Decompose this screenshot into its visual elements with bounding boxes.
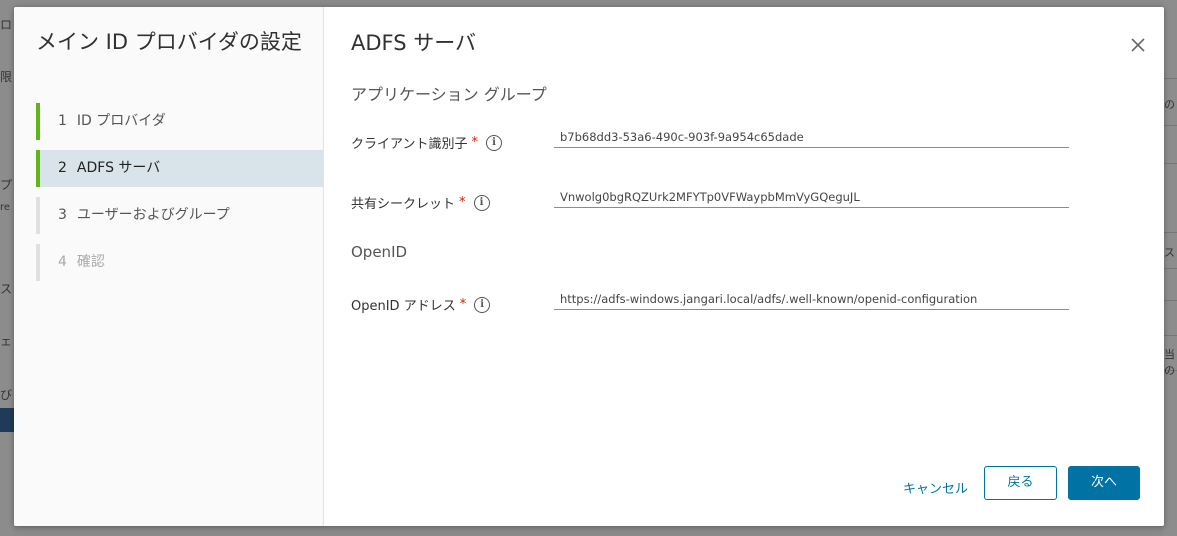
next-button[interactable]: 次へ	[1068, 466, 1140, 500]
shared-secret-input[interactable]	[554, 186, 1069, 208]
wizard-step-users-groups[interactable]: 3 ユーザーおよびグループ	[36, 197, 323, 234]
wizard-title: メイン ID プロバイダの設定	[36, 30, 302, 54]
background-text: 当の	[1164, 348, 1175, 377]
wizard-modal: メイン ID プロバイダの設定 1 ID プロバイダ 2 ADFS サーバ 3 ユーザ…	[14, 7, 1164, 526]
step-label: ADFS サーバ	[76, 160, 161, 176]
required-mark: *	[459, 195, 466, 210]
wizard-step-adfs-server[interactable]: 2 ADFS サーバ	[36, 150, 323, 187]
background-text: プ	[0, 178, 13, 192]
background-divider	[1163, 125, 1177, 126]
step-label: 確認	[76, 254, 105, 270]
info-icon[interactable]: i	[473, 194, 490, 211]
background-text: ス	[1164, 246, 1175, 259]
background-divider	[1163, 335, 1177, 336]
shared-secret-label: 共有シークレット * i	[351, 193, 490, 212]
wizard-step-id-provider[interactable]: 1 ID プロバイダ	[36, 103, 323, 140]
background-text: ス	[0, 282, 13, 296]
client-id-label: クライアント識別子 * i	[351, 133, 502, 152]
wizard-sidebar: メイン ID プロバイダの設定 1 ID プロバイダ 2 ADFS サーバ 3 ユーザ…	[14, 7, 324, 526]
close-button[interactable]	[1128, 35, 1148, 55]
back-button[interactable]: 戻る	[984, 466, 1057, 500]
required-mark: *	[471, 135, 478, 150]
required-mark: *	[459, 297, 467, 312]
background-text: 限	[0, 70, 13, 84]
step-number: 4	[58, 254, 67, 270]
background-divider	[1163, 78, 1177, 79]
background-text: ロ	[0, 18, 13, 32]
openid-address-label: OpenID アドレス * i	[351, 295, 491, 314]
background-text: び	[0, 388, 13, 402]
shared-secret-label-text: 共有シークレット	[351, 197, 456, 212]
step-label: ユーザーおよびグループ	[76, 207, 230, 223]
cancel-button[interactable]: キャンセル	[901, 473, 970, 507]
openid-address-label-text: OpenID アドレス	[351, 299, 456, 314]
close-icon	[1131, 38, 1145, 52]
section-heading-app-group: アプリケーション グループ	[351, 85, 547, 104]
wizard-content: ADFS サーバ アプリケーション グループ クライアント識別子 * i 共有シ…	[324, 7, 1164, 526]
wizard-steps: 1 ID プロバイダ 2 ADFS サーバ 3 ユーザーおよびグループ 4 確認	[36, 103, 323, 291]
client-id-input[interactable]	[554, 126, 1069, 148]
wizard-step-review: 4 確認	[36, 244, 323, 281]
background-divider	[1163, 163, 1177, 164]
step-label: ID プロバイダ	[76, 113, 166, 129]
info-icon[interactable]: i	[485, 134, 502, 151]
page-title: ADFS サーバ	[351, 31, 477, 55]
client-id-label-text: クライアント識別子	[351, 137, 468, 152]
info-icon[interactable]: i	[474, 296, 491, 313]
background-bar	[0, 408, 14, 432]
background-divider	[1163, 232, 1177, 233]
step-number: 2	[58, 160, 67, 176]
background-text: re	[0, 202, 11, 213]
openid-address-input[interactable]	[554, 288, 1069, 310]
step-number: 1	[58, 113, 67, 129]
background-text: ェ	[0, 334, 13, 348]
section-heading-openid: OpenID	[351, 243, 408, 261]
background-text: の	[1164, 98, 1175, 111]
background-divider	[1163, 268, 1177, 269]
background-divider	[1163, 300, 1177, 301]
step-number: 3	[58, 207, 67, 223]
